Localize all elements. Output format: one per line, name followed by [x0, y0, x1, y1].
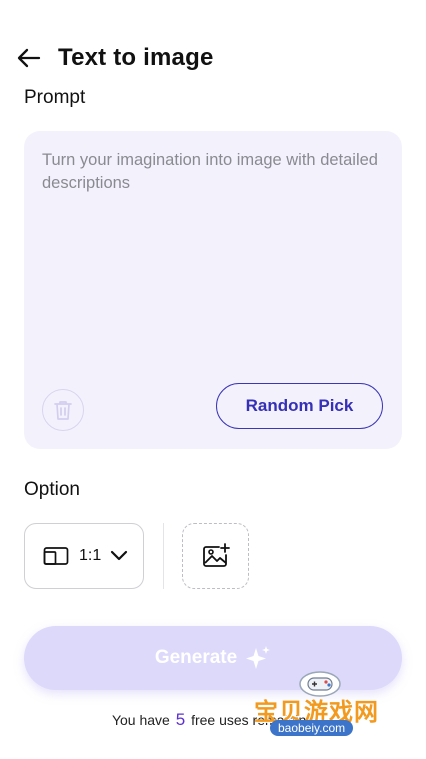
- random-pick-button[interactable]: Random Pick: [216, 383, 383, 429]
- back-button[interactable]: [16, 45, 42, 71]
- clear-prompt-button[interactable]: [42, 389, 84, 431]
- aspect-ratio-value: 1:1: [79, 547, 102, 564]
- aspect-ratio-select[interactable]: 1:1: [24, 523, 144, 589]
- prompt-input[interactable]: [42, 149, 382, 369]
- chevron-down-icon: [111, 550, 128, 561]
- add-image-icon: [202, 543, 230, 567]
- header: Text to image: [16, 40, 214, 76]
- free-uses-count: 5: [175, 710, 186, 729]
- trash-icon: [54, 401, 72, 420]
- watermark-url: baobeiy.com: [270, 720, 354, 736]
- prompt-box: Random Pick: [24, 131, 402, 449]
- free-uses-prefix: You have: [111, 712, 170, 728]
- watermark: 宝贝游戏网 baobeiy.com: [246, 664, 396, 756]
- page-title: Text to image: [58, 44, 214, 71]
- aspect-ratio-icon: [43, 547, 69, 565]
- option-label: Option: [24, 479, 80, 500]
- option-divider: [163, 523, 164, 589]
- arrow-left-icon: [17, 48, 41, 68]
- generate-label: Generate: [154, 647, 238, 668]
- prompt-label: Prompt: [24, 87, 86, 108]
- add-image-button[interactable]: [182, 523, 249, 589]
